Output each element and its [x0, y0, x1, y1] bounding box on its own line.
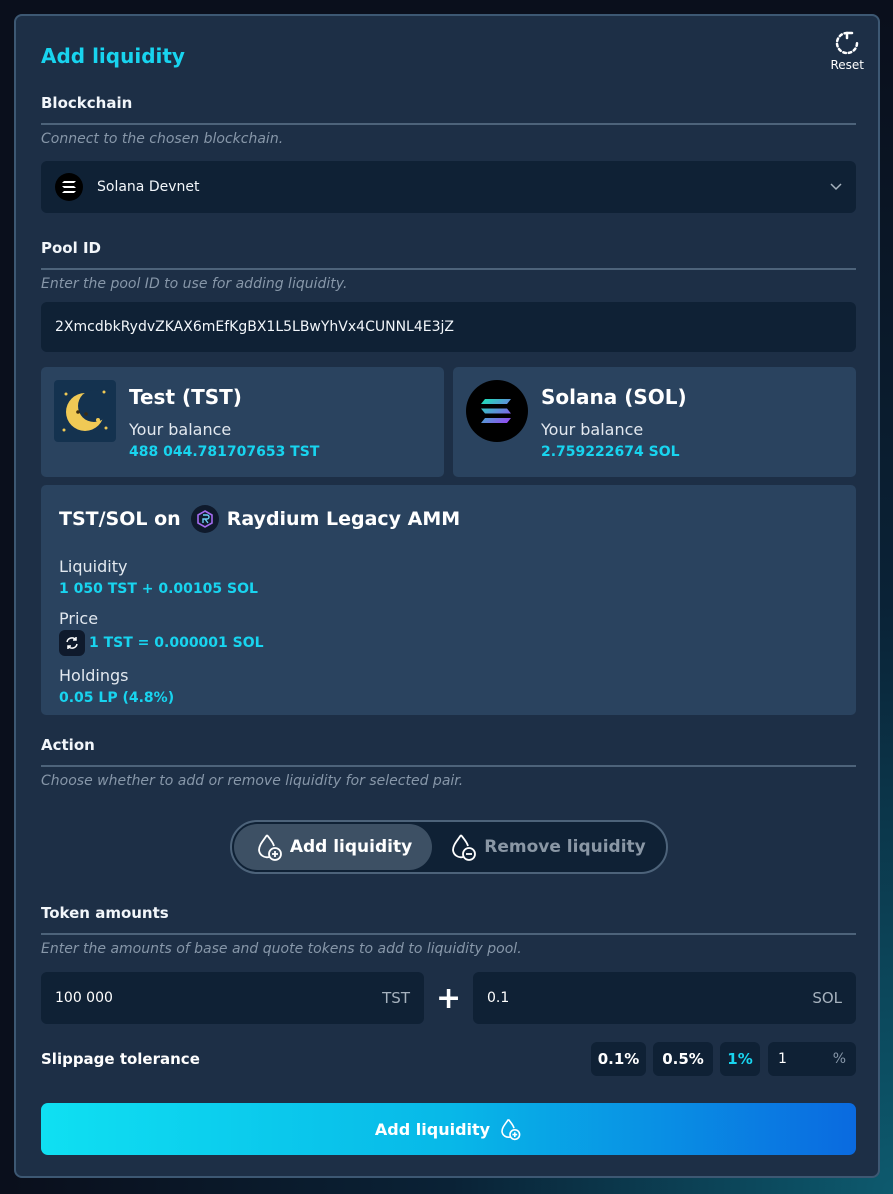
pool-id-label: Pool ID: [41, 239, 101, 257]
drop-plus-icon: [257, 834, 282, 861]
action-toggle: Add liquidity Remove liquidity: [230, 820, 668, 874]
token-amounts-label: Token amounts: [41, 904, 169, 922]
solana-icon: [55, 173, 83, 201]
reset-label: Reset: [830, 58, 864, 72]
raydium-icon: [190, 505, 219, 533]
blockchain-select[interactable]: Solana Devnet: [41, 161, 856, 213]
blockchain-hint: Connect to the chosen blockchain.: [41, 131, 284, 147]
swap-icon[interactable]: [59, 630, 85, 656]
slippage-custom-input[interactable]: 1 %: [768, 1042, 856, 1076]
price-label: Price: [59, 609, 99, 628]
balance-label: Your balance: [541, 420, 644, 439]
token-name: Test (TST): [129, 385, 242, 409]
quote-unit: SOL: [812, 989, 842, 1007]
reset-icon: [835, 31, 859, 55]
pool-id-hint: Enter the pool ID to use for adding liqu…: [41, 276, 348, 292]
chevron-down-icon: [830, 183, 842, 191]
balance-value: 2.759222674 SOL: [541, 444, 680, 460]
add-liquidity-label: Add liquidity: [289, 837, 413, 857]
drop-plus-icon: [501, 1118, 521, 1141]
token-name: Solana (SOL): [541, 385, 687, 409]
divider: [41, 123, 856, 125]
base-amount-input[interactable]: 100 000 TST: [41, 972, 424, 1024]
moon-token-icon: [54, 380, 116, 442]
base-amount-value: 100 000: [55, 990, 113, 1006]
blockchain-label: Blockchain: [41, 94, 133, 112]
action-hint: Choose whether to add or remove liquidit…: [41, 773, 464, 789]
reset-button[interactable]: Reset: [830, 30, 864, 72]
plus-sign: +: [436, 981, 462, 1016]
base-unit: TST: [382, 989, 410, 1007]
divider: [41, 765, 856, 767]
add-liquidity-panel: Add liquidity Reset Blockchain Connect t…: [14, 14, 880, 1178]
slippage-custom-value: 1: [778, 1051, 787, 1067]
pool-title: TST/SOL on Raydium Legacy AMM: [59, 505, 460, 533]
slippage-unit: %: [832, 1051, 846, 1067]
dex-name: Raydium Legacy AMM: [226, 508, 461, 530]
pool-id-input[interactable]: 2XmcdbkRydvZKAX6mEfKgBX1L5LBwYhVx4CUNNL4…: [41, 302, 856, 352]
quote-amount-value: 0.1: [487, 990, 510, 1006]
submit-label: Add liquidity: [374, 1119, 491, 1139]
remove-liquidity-option[interactable]: Remove liquidity: [432, 824, 662, 870]
slippage-option-1[interactable]: 1%: [720, 1042, 760, 1076]
slippage-label: Slippage tolerance: [41, 1050, 200, 1068]
solana-token-icon: [466, 380, 528, 442]
pool-info-card: TST/SOL on Raydium Legacy AMM Liquidity …: [41, 485, 856, 715]
divider: [41, 933, 856, 935]
add-liquidity-button[interactable]: Add liquidity: [41, 1103, 856, 1155]
remove-liquidity-label: Remove liquidity: [484, 837, 646, 857]
price-row: 1 TST = 0.000001 SOL: [59, 630, 264, 656]
blockchain-selected: Solana Devnet: [97, 179, 200, 195]
slippage-option-0-5[interactable]: 0.5%: [653, 1042, 713, 1076]
drop-minus-icon: [452, 834, 477, 861]
holdings-label: Holdings: [59, 666, 129, 685]
token-card-tst: Test (TST) Your balance 488 044.78170765…: [41, 367, 444, 477]
pair-label: TST/SOL on: [59, 508, 181, 530]
pool-id-value: 2XmcdbkRydvZKAX6mEfKgBX1L5LBwYhVx4CUNNL4…: [55, 319, 454, 335]
holdings-value: 0.05 LP (4.8%): [59, 690, 175, 706]
quote-amount-input[interactable]: 0.1 SOL: [473, 972, 856, 1024]
slippage-option-0-1[interactable]: 0.1%: [591, 1042, 646, 1076]
balance-label: Your balance: [129, 420, 232, 439]
add-liquidity-option[interactable]: Add liquidity: [234, 824, 432, 870]
token-amounts-hint: Enter the amounts of base and quote toke…: [41, 941, 522, 957]
action-label: Action: [41, 736, 95, 754]
price-value: 1 TST = 0.000001 SOL: [89, 635, 264, 651]
divider: [41, 268, 856, 270]
balance-value: 488 044.781707653 TST: [129, 444, 320, 460]
liquidity-value: 1 050 TST + 0.00105 SOL: [59, 581, 258, 597]
token-card-sol: Solana (SOL) Your balance 2.759222674 SO…: [453, 367, 856, 477]
liquidity-label: Liquidity: [59, 557, 128, 576]
page-title: Add liquidity: [41, 44, 185, 68]
